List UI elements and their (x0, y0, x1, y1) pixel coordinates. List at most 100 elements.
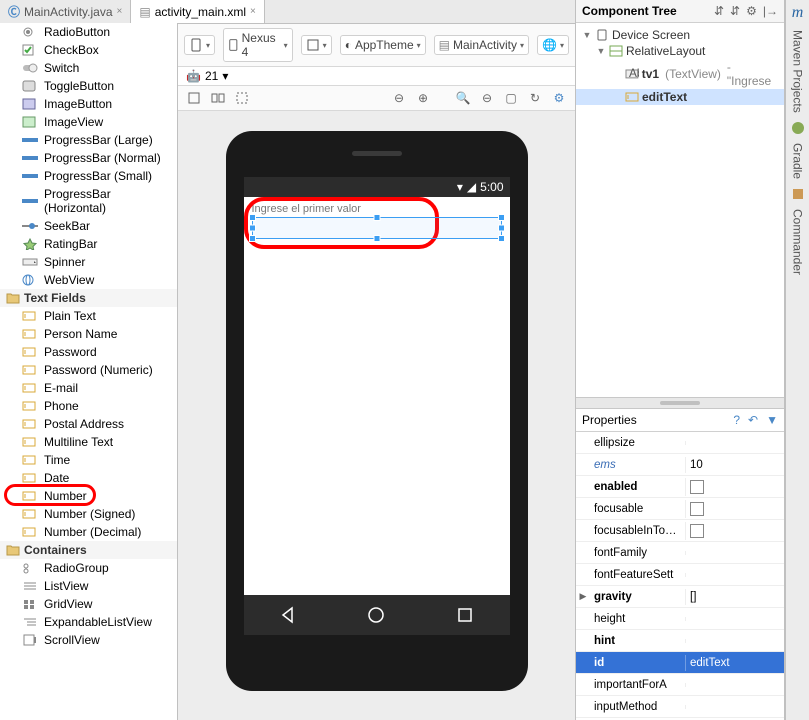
section-containers[interactable]: Containers (0, 541, 177, 559)
palette-item[interactable]: Number (Decimal) (0, 523, 177, 541)
property-row[interactable]: ellipsize (576, 432, 784, 454)
zoom-fit-icon[interactable]: 🔍 (455, 90, 471, 106)
property-row[interactable]: inputMethod (576, 696, 784, 718)
panel-resizer[interactable] (576, 397, 784, 409)
tab-mainactivity[interactable]: Ⓒ MainActivity.java × (0, 0, 131, 23)
property-value[interactable] (685, 705, 784, 709)
reset-icon[interactable]: ▢ (503, 90, 519, 106)
tree-row-device[interactable]: ▼ Device Screen (576, 27, 784, 43)
property-row[interactable]: focusable (576, 498, 784, 520)
align-btn[interactable] (234, 90, 250, 106)
palette-item[interactable]: Switch (0, 59, 177, 77)
expander-icon[interactable]: ▼ (596, 46, 606, 56)
tree-row-edittext[interactable]: editText (576, 89, 784, 105)
property-value[interactable] (685, 441, 784, 445)
resize-handle[interactable] (373, 214, 380, 221)
palette-item[interactable]: CheckBox (0, 41, 177, 59)
property-value[interactable] (685, 573, 784, 577)
config-button[interactable]: ▾ (301, 35, 332, 55)
expand-icon[interactable]: ⇵ (714, 4, 724, 18)
palette-item[interactable]: GridView (0, 595, 177, 613)
palette-item[interactable]: Number (Signed) (0, 505, 177, 523)
palette-item[interactable]: RatingBar (0, 235, 177, 253)
property-value[interactable] (685, 500, 784, 518)
theme-selector[interactable]: ◐AppTheme▾ (340, 35, 426, 55)
hide-icon[interactable]: |→ (763, 4, 778, 18)
palette-item[interactable]: E-mail (0, 379, 177, 397)
palette-item[interactable]: Spinner (0, 253, 177, 271)
align-btn[interactable] (186, 90, 202, 106)
palette-item[interactable]: Multiline Text (0, 433, 177, 451)
orientation-button[interactable]: ▾ (184, 35, 215, 55)
property-row[interactable]: fontFamily (576, 542, 784, 564)
filter-icon[interactable]: ▼ (766, 413, 778, 427)
help-icon[interactable]: ? (733, 413, 740, 427)
property-row[interactable]: height (576, 608, 784, 630)
tree-row-layout[interactable]: ▼ RelativeLayout (576, 43, 784, 59)
property-value[interactable] (685, 478, 784, 496)
tree-row-textview[interactable]: Ab tv1 (TextView) - "Ingrese (576, 59, 784, 89)
palette-item-number[interactable]: Number (0, 487, 177, 505)
palette-item[interactable]: Person Name (0, 325, 177, 343)
palette-item[interactable]: Time (0, 451, 177, 469)
locale-button[interactable]: 🌐▾ (537, 35, 569, 55)
expander-icon[interactable]: ▶ (576, 591, 590, 602)
palette-item[interactable]: ImageView (0, 113, 177, 131)
palette-item[interactable]: SeekBar (0, 217, 177, 235)
collapse-icon[interactable]: ⇵ (730, 4, 740, 18)
nav-recent-icon[interactable] (455, 605, 475, 625)
property-row[interactable]: importantForA (576, 674, 784, 696)
palette-item[interactable]: WebView (0, 271, 177, 289)
api-level[interactable]: 21 (205, 69, 218, 83)
device-selector[interactable]: Nexus 4▾ (223, 28, 293, 62)
undo-icon[interactable]: ↶ (748, 413, 758, 427)
palette-item[interactable]: Password (0, 343, 177, 361)
gear-icon[interactable]: ⚙ (746, 4, 757, 18)
property-row[interactable]: fontFeatureSett (576, 564, 784, 586)
palette-item[interactable]: ExpandableListView (0, 613, 177, 631)
side-tab-maven[interactable]: Maven Projects (789, 24, 807, 119)
palette-item[interactable]: Plain Text (0, 307, 177, 325)
property-value[interactable] (685, 522, 784, 540)
close-icon[interactable]: × (117, 6, 123, 17)
checkbox[interactable] (690, 524, 704, 538)
refresh-icon[interactable]: ↻ (527, 90, 543, 106)
palette-item[interactable]: ImageButton (0, 95, 177, 113)
resize-handle[interactable] (498, 235, 505, 242)
screen-content[interactable]: Ingrese el primer valor (244, 197, 510, 245)
property-value[interactable]: [] (685, 589, 784, 605)
resize-handle[interactable] (498, 225, 505, 232)
zoom-out-icon[interactable]: ⊖ (391, 90, 407, 106)
property-value[interactable] (685, 683, 784, 687)
property-value[interactable]: 10 (685, 457, 784, 473)
resize-handle[interactable] (498, 214, 505, 221)
checkbox[interactable] (690, 502, 704, 516)
property-row[interactable]: enabled (576, 476, 784, 498)
palette-item[interactable]: ListView (0, 577, 177, 595)
resize-handle[interactable] (249, 235, 256, 242)
palette-item[interactable]: Phone (0, 397, 177, 415)
palette-item[interactable]: Date (0, 469, 177, 487)
tab-activity-main[interactable]: ▤ activity_main.xml × (131, 0, 265, 23)
resize-handle[interactable] (249, 214, 256, 221)
property-row[interactable]: hint (576, 630, 784, 652)
palette-item[interactable]: Password (Numeric) (0, 361, 177, 379)
palette-item[interactable]: Postal Address (0, 415, 177, 433)
palette-item[interactable]: ProgressBar (Large) (0, 131, 177, 149)
property-row[interactable]: ▶gravity[] (576, 586, 784, 608)
palette-item[interactable]: ProgressBar (Small) (0, 167, 177, 185)
activity-selector[interactable]: ▤MainActivity▾ (434, 35, 529, 55)
nav-back-icon[interactable] (278, 605, 298, 625)
property-row[interactable]: focusableInTouchMode (576, 520, 784, 542)
section-textfields[interactable]: Text Fields (0, 289, 177, 307)
palette-item[interactable]: ProgressBar (Normal) (0, 149, 177, 167)
resize-handle[interactable] (249, 225, 256, 232)
settings-icon[interactable]: ⚙ (551, 90, 567, 106)
palette-item[interactable]: ScrollView (0, 631, 177, 649)
palette-item[interactable]: RadioGroup (0, 559, 177, 577)
property-value[interactable] (685, 551, 784, 555)
zoom-actual-icon[interactable]: ⊖ (479, 90, 495, 106)
phone-screen[interactable]: ▾ ◢ 5:00 Ingrese el primer valor (244, 177, 510, 635)
edittext-preview[interactable] (252, 217, 502, 239)
palette-item[interactable]: RadioButton (0, 23, 177, 41)
